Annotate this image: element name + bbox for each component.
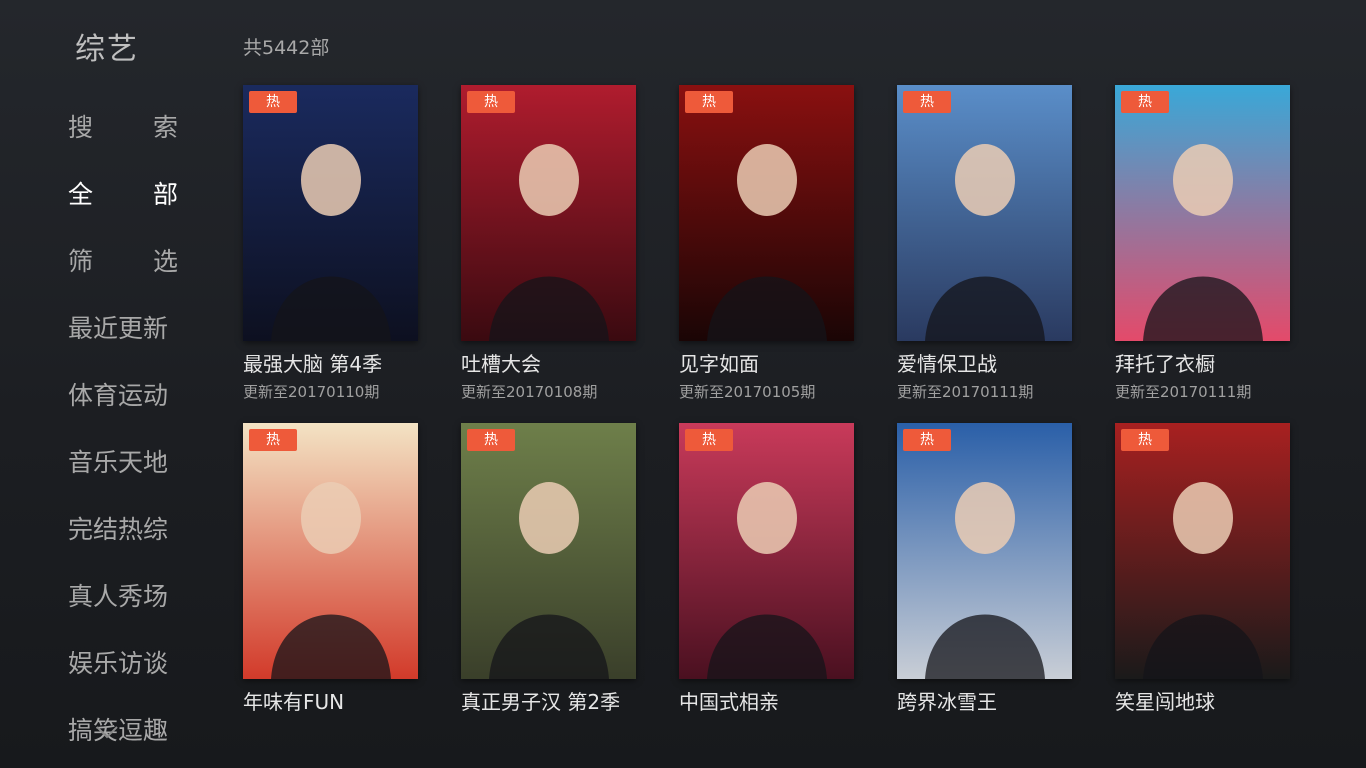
hot-badge: 热 [1121, 91, 1169, 113]
sidebar-item-char: 搜 [68, 112, 94, 142]
sidebar-item-char: 全 [68, 179, 94, 209]
hot-badge: 热 [249, 91, 297, 113]
show-poster[interactable]: 热 [1115, 85, 1290, 341]
sidebar-item-char: 选 [152, 246, 178, 276]
sidebar-item-3[interactable]: 最近更新 [68, 293, 178, 360]
show-card[interactable]: 热年味有FUN [243, 423, 419, 715]
hot-badge: 热 [1121, 429, 1169, 451]
hot-badge: 热 [467, 91, 515, 113]
show-poster[interactable]: 热 [897, 423, 1072, 679]
category-title: 综艺 [75, 32, 139, 67]
sidebar-item-5[interactable]: 音乐天地 [68, 427, 178, 494]
show-title: 跨界冰雪王 [897, 690, 997, 714]
hot-badge: 热 [903, 429, 951, 451]
show-poster[interactable]: 热 [1115, 423, 1290, 679]
show-title: 真正男子汉 第2季 [461, 690, 621, 714]
sidebar-item-4[interactable]: 体育运动 [68, 360, 178, 427]
show-card[interactable]: 热跨界冰雪王 [897, 423, 1073, 715]
show-update-info: 更新至20170111期 [897, 383, 1034, 401]
show-poster[interactable]: 热 [461, 85, 636, 341]
show-title: 年味有FUN [243, 690, 345, 714]
show-poster[interactable]: 热 [243, 85, 418, 341]
show-update-info: 更新至20170105期 [679, 383, 816, 401]
sidebar-item-2[interactable]: 筛选 [68, 226, 178, 293]
sidebar-item-label: 音乐天地 [68, 447, 169, 477]
show-title: 吐槽大会 [461, 352, 541, 376]
show-title: 爱情保卫战 [897, 352, 997, 376]
hot-badge: 热 [685, 429, 733, 451]
show-update-info: 更新至20170111期 [1115, 383, 1252, 401]
show-title: 见字如面 [679, 352, 759, 376]
show-update-info: 更新至20170108期 [461, 383, 598, 401]
show-poster[interactable]: 热 [897, 85, 1072, 341]
sidebar-item-char: 索 [152, 112, 178, 142]
sidebar-item-char: 筛 [68, 246, 94, 276]
total-count: 共5442部 [243, 37, 330, 59]
hot-badge: 热 [903, 91, 951, 113]
sidebar-item-8[interactable]: 娱乐访谈 [68, 628, 178, 695]
show-title: 拜托了衣橱 [1115, 352, 1215, 376]
show-card[interactable]: 热最强大脑 第4季更新至20170110期 [243, 85, 419, 402]
sidebar-item-label: 体育运动 [68, 380, 169, 410]
sidebar-item-char: 部 [152, 179, 178, 209]
show-update-info: 更新至20170110期 [243, 383, 380, 401]
sidebar-item-label: 真人秀场 [68, 581, 169, 611]
show-card[interactable]: 热笑星闯地球 [1115, 423, 1291, 715]
show-poster[interactable]: 热 [679, 423, 854, 679]
show-poster[interactable]: 热 [243, 423, 418, 679]
show-card[interactable]: 热中国式相亲 [679, 423, 855, 715]
show-card[interactable]: 热爱情保卫战更新至20170111期 [897, 85, 1073, 402]
sidebar-item-9[interactable]: 搞笑逗趣 [68, 695, 178, 762]
hot-badge: 热 [685, 91, 733, 113]
hot-badge: 热 [249, 429, 297, 451]
show-card[interactable]: 热见字如面更新至20170105期 [679, 85, 855, 402]
show-card[interactable]: 热真正男子汉 第2季 [461, 423, 637, 715]
show-poster[interactable]: 热 [461, 423, 636, 679]
sidebar-item-label: 娱乐访谈 [68, 648, 169, 678]
hot-badge: 热 [467, 429, 515, 451]
sidebar-item-1[interactable]: 全部 [68, 159, 178, 226]
show-card[interactable]: 热吐槽大会更新至20170108期 [461, 85, 637, 402]
sidebar-item-label: 完结热综 [68, 514, 169, 544]
show-title: 中国式相亲 [679, 690, 779, 714]
sidebar-item-0[interactable]: 搜索 [68, 92, 178, 159]
show-poster[interactable]: 热 [679, 85, 854, 341]
show-title: 笑星闯地球 [1115, 690, 1215, 714]
show-card[interactable]: 热拜托了衣橱更新至20170111期 [1115, 85, 1291, 402]
show-title: 最强大脑 第4季 [243, 352, 383, 376]
sidebar-item-6[interactable]: 完结热综 [68, 494, 178, 561]
sidebar-menu: 搜索全部筛选最近更新 体育运动 音乐天地 完结热综 真人秀场 娱乐访谈 搞笑逗趣 [68, 92, 178, 762]
sidebar-item-7[interactable]: 真人秀场 [68, 561, 178, 628]
sidebar-item-label: 最近更新 [68, 313, 169, 343]
chevron-down-icon[interactable] [95, 724, 119, 740]
